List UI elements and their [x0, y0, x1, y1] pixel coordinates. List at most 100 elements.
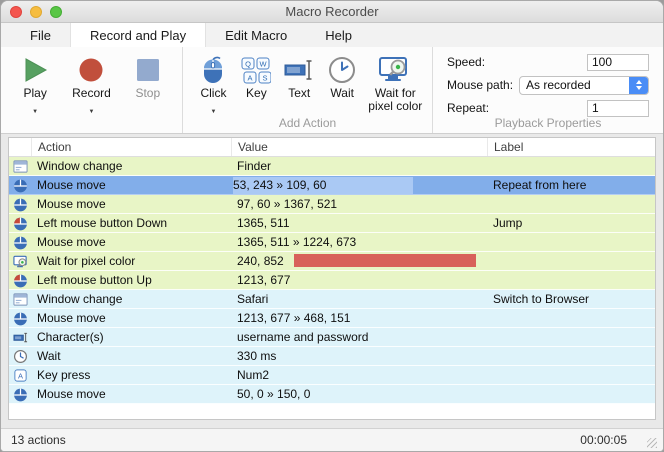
wait-for-pixel-color-button[interactable]: Wait for pixel color: [365, 54, 426, 113]
table-row[interactable]: Left mouse button Down1365, 511Jump: [9, 214, 655, 233]
table-row[interactable]: Mouse move97, 60 » 1367, 521: [9, 195, 655, 214]
tab-help[interactable]: Help: [306, 23, 371, 47]
value-cell: 97, 60 » 1367, 521: [231, 195, 487, 213]
text-icon: [9, 328, 31, 346]
window-change-icon: [9, 157, 31, 175]
play-button[interactable]: Play: [11, 54, 59, 109]
stop-button[interactable]: Stop: [124, 54, 172, 100]
status-bar: 13 actions 00:00:05: [1, 428, 663, 451]
play-icon: [21, 54, 49, 86]
speed-input[interactable]: [587, 54, 649, 71]
key-button[interactable]: Q W A S Key: [236, 54, 277, 100]
toolbar-ribbon: Play Record Stop: [1, 47, 663, 134]
clock-icon: [9, 347, 31, 365]
value-cell: Safari: [231, 290, 487, 308]
mouse-icon: [9, 233, 31, 251]
speed-label: Speed:: [447, 55, 485, 69]
table-row[interactable]: Mouse move53, 243 » 109, 60Repeat from h…: [9, 176, 655, 195]
tab-file[interactable]: File: [11, 23, 70, 47]
mouse-path-select[interactable]: As recorded: [519, 76, 649, 95]
table-row[interactable]: AKey pressNum2: [9, 366, 655, 385]
action-cell: Mouse move: [31, 309, 231, 327]
pixel-color-icon: [9, 252, 31, 270]
add-action-group: Click Q W A S Key: [182, 47, 432, 133]
record-button[interactable]: Record: [67, 54, 115, 109]
table-row[interactable]: Left mouse button Up1213, 677: [9, 271, 655, 290]
action-count: 13 actions: [11, 433, 66, 447]
stop-icon: [134, 54, 162, 86]
svg-text:W: W: [260, 59, 268, 68]
window-change-icon: [9, 290, 31, 308]
table-row[interactable]: Window changeFinder: [9, 157, 655, 176]
icon-column-header: [9, 138, 31, 156]
mouse-icon: [9, 195, 31, 213]
table-row[interactable]: Character(s)username and password: [9, 328, 655, 347]
mouse-left-down-icon: [9, 214, 31, 232]
table-row[interactable]: Mouse move1365, 511 » 1224, 673: [9, 233, 655, 252]
wait-button[interactable]: Wait: [322, 54, 363, 100]
label-column-header[interactable]: Label: [487, 138, 655, 156]
action-cell: Window change: [31, 290, 231, 308]
label-cell: Jump: [487, 214, 655, 232]
label-cell: [487, 252, 655, 270]
keyboard-keys-icon: Q W A S: [241, 54, 271, 86]
zoom-button[interactable]: [50, 6, 62, 18]
macro-recorder-window: Macro Recorder File Record and Play Edit…: [0, 0, 664, 452]
table-body: Window changeFinderMouse move53, 243 » 1…: [9, 157, 655, 404]
close-button[interactable]: [10, 6, 22, 18]
resize-grip-icon[interactable]: [647, 438, 657, 448]
clock-icon: [327, 54, 357, 86]
mouse-left-up-icon: [9, 271, 31, 289]
label-cell: [487, 195, 655, 213]
action-cell: Wait for pixel color: [31, 252, 231, 270]
mouse-icon: [9, 385, 31, 403]
value-cell: 1365, 511 » 1224, 673: [231, 233, 487, 251]
label-cell: Repeat from here: [487, 176, 655, 194]
value-column-header[interactable]: Value: [231, 138, 487, 156]
svg-text:A: A: [18, 371, 23, 380]
label-cell: Switch to Browser: [487, 290, 655, 308]
table-row[interactable]: Mouse move50, 0 » 150, 0: [9, 385, 655, 404]
table-row[interactable]: Window changeSafariSwitch to Browser: [9, 290, 655, 309]
color-swatch: [294, 254, 476, 267]
table-header: Action Value Label: [9, 138, 655, 157]
mouse-icon: [9, 309, 31, 327]
label-cell: [487, 157, 655, 175]
tab-edit-macro[interactable]: Edit Macro: [206, 23, 306, 47]
mouse-icon: [9, 176, 31, 194]
table-row[interactable]: Wait330 ms: [9, 347, 655, 366]
action-cell: Character(s): [31, 328, 231, 346]
value-cell: 240, 852: [231, 252, 487, 270]
record-dropdown-caret[interactable]: [89, 100, 95, 109]
table-row[interactable]: Mouse move1213, 677 » 468, 151: [9, 309, 655, 328]
minimize-button[interactable]: [30, 6, 42, 18]
text-field-icon: [284, 54, 314, 86]
play-dropdown-caret[interactable]: [32, 100, 38, 109]
pixel-color-icon: [378, 54, 412, 86]
table-row[interactable]: Wait for pixel color240, 852: [9, 252, 655, 271]
value-cell: 50, 0 » 150, 0: [231, 385, 487, 403]
label-cell: [487, 271, 655, 289]
text-button[interactable]: Text: [279, 54, 320, 100]
value-cell: 1213, 677: [231, 271, 487, 289]
action-cell: Key press: [31, 366, 231, 384]
label-cell: [487, 233, 655, 251]
action-cell: Left mouse button Down: [31, 214, 231, 232]
action-cell: Mouse move: [31, 385, 231, 403]
click-button[interactable]: Click: [193, 54, 234, 109]
tab-record-and-play[interactable]: Record and Play: [70, 23, 206, 47]
title-bar: Macro Recorder: [1, 1, 663, 23]
value-cell: 1213, 677 » 468, 151: [231, 309, 487, 327]
select-stepper-icon[interactable]: [629, 77, 648, 94]
repeat-input[interactable]: [587, 100, 649, 117]
label-cell: [487, 328, 655, 346]
playback-properties-group: Speed: Mouse path: As recorded Repeat: P…: [432, 47, 663, 133]
record-icon: [77, 54, 105, 86]
action-cell: Wait: [31, 347, 231, 365]
mouse-click-icon: [199, 54, 227, 86]
click-dropdown-caret[interactable]: [210, 100, 216, 109]
value-cell: 53, 243 » 109, 60: [231, 176, 487, 194]
svg-text:S: S: [263, 73, 268, 82]
macro-steps-table: Action Value Label Window changeFinderMo…: [8, 137, 656, 420]
action-column-header[interactable]: Action: [31, 138, 231, 156]
